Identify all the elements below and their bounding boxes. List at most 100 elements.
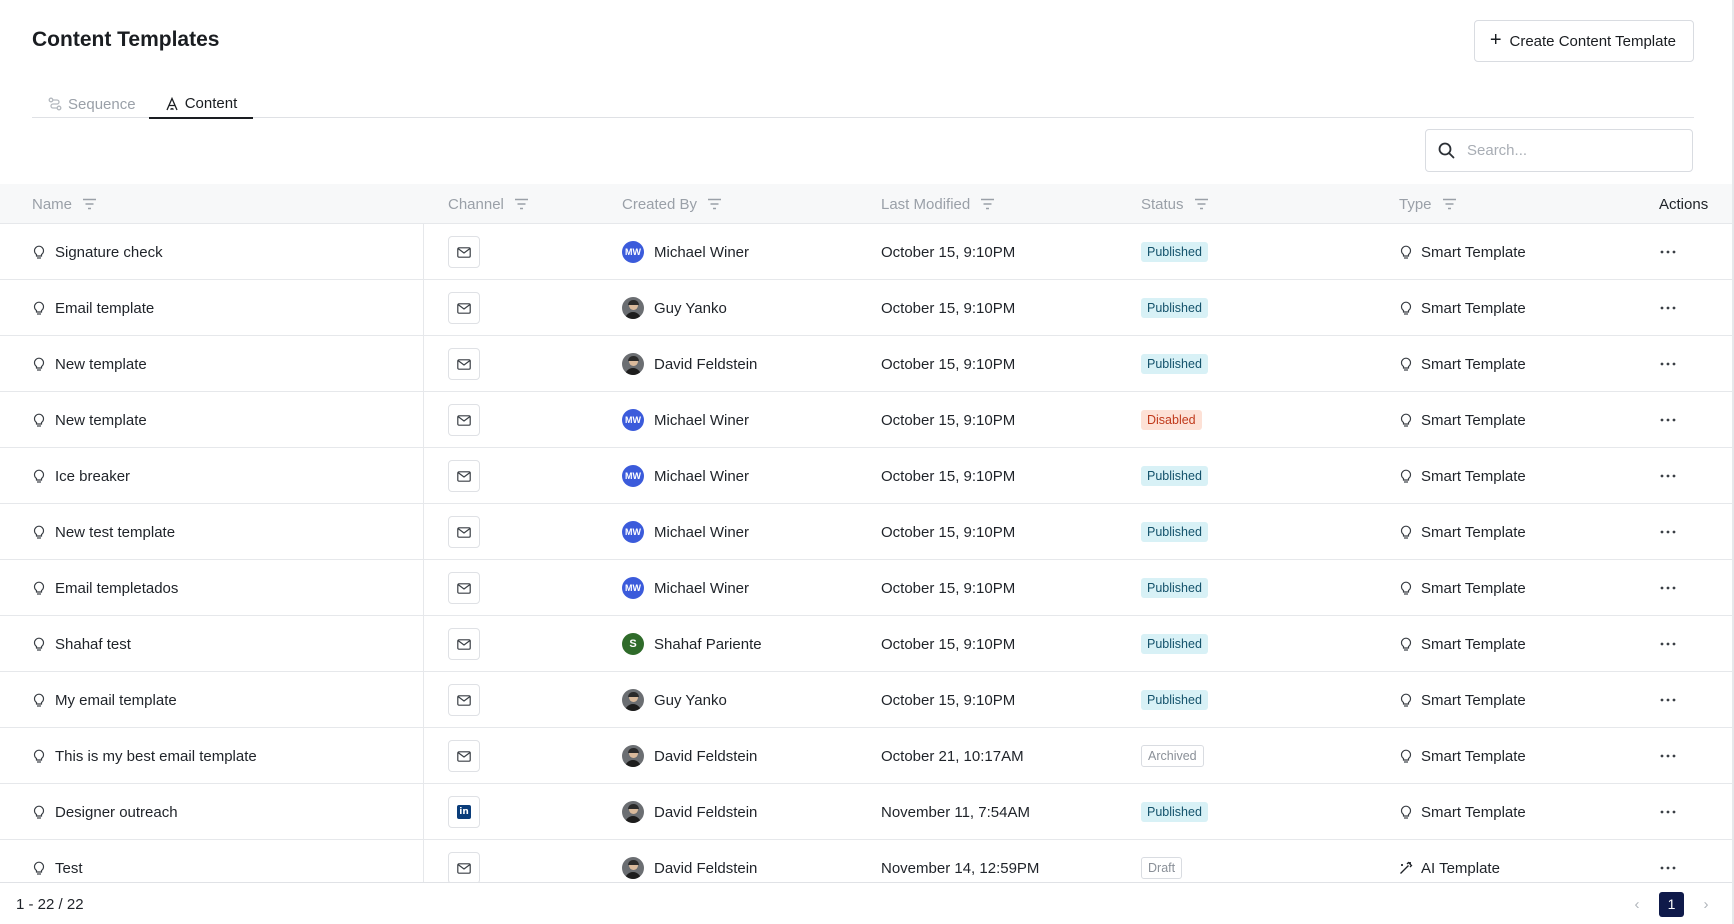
channel-email-button[interactable] (448, 348, 480, 380)
avatar: MW (622, 409, 644, 431)
channel-email-button[interactable] (448, 628, 480, 660)
filter-icon[interactable] (514, 198, 529, 210)
channel-email-button[interactable] (448, 684, 480, 716)
filter-icon[interactable] (82, 198, 97, 210)
type-cell: Smart Template (1399, 280, 1526, 336)
actions-cell (1656, 728, 1680, 784)
template-type: Smart Template (1421, 523, 1526, 541)
template-name[interactable]: Email templetados (55, 580, 178, 597)
table-row[interactable]: My email template Guy Yanko October 15, 9:… (0, 672, 1734, 728)
table-row[interactable]: Signature check MW Michael Winer October 15… (0, 224, 1734, 280)
template-name-cell[interactable]: Designer outreach (32, 784, 178, 840)
column-header-type[interactable]: Type (1399, 184, 1457, 224)
template-name[interactable]: Signature check (55, 244, 163, 261)
channel-email-button[interactable] (448, 236, 480, 268)
channel-email-button[interactable] (448, 852, 480, 882)
mail-icon (457, 862, 471, 874)
table-row[interactable]: New test template MW Michael Winer October … (0, 504, 1734, 560)
template-name[interactable]: New template (55, 412, 147, 429)
template-name-cell[interactable]: New template (32, 392, 147, 448)
tab-content[interactable]: Content (149, 90, 253, 119)
template-name-cell[interactable]: This is my best email template (32, 728, 257, 784)
chevron-right-icon[interactable]: › (1694, 892, 1718, 916)
template-name-cell[interactable]: Shahaf test (32, 616, 131, 672)
more-actions-icon[interactable] (1656, 354, 1680, 374)
column-header-channel[interactable]: Channel (448, 184, 529, 224)
tab-sequence[interactable]: Sequence (48, 90, 136, 118)
more-actions-icon[interactable] (1656, 634, 1680, 654)
page-number-button[interactable]: 1 (1659, 891, 1684, 917)
template-name-cell[interactable]: New test template (32, 504, 175, 560)
channel-email-button[interactable] (448, 516, 480, 548)
channel-cell (448, 504, 480, 560)
template-name[interactable]: Shahaf test (55, 636, 131, 653)
creator-name: Michael Winer (654, 523, 750, 541)
chevron-left-icon[interactable]: ‹ (1625, 892, 1649, 916)
template-name[interactable]: New template (55, 356, 147, 373)
create-content-template-button[interactable]: + Create Content Template (1473, 20, 1694, 62)
status-cell: Published (1141, 280, 1208, 336)
filter-icon[interactable] (1194, 198, 1209, 210)
column-header-name[interactable]: Name (32, 184, 97, 224)
avatar (622, 857, 644, 879)
channel-email-button[interactable] (448, 460, 480, 492)
template-name-cell[interactable]: New template (32, 336, 147, 392)
more-actions-icon[interactable] (1656, 466, 1680, 486)
more-actions-icon[interactable] (1656, 298, 1680, 318)
table-row[interactable]: Ice breaker MW Michael Winer October 15, 9:… (0, 448, 1734, 504)
channel-email-button[interactable] (448, 572, 480, 604)
template-name[interactable]: My email template (55, 692, 177, 709)
template-name[interactable]: Email template (55, 300, 154, 317)
status-cell: Published (1141, 672, 1208, 728)
more-actions-icon[interactable] (1656, 690, 1680, 710)
table-row[interactable]: Test David Feldstein November 14, 12:59PM D… (0, 840, 1734, 882)
more-actions-icon[interactable] (1656, 746, 1680, 766)
table-row[interactable]: Email template Guy Yanko October 15, 9:10P… (0, 280, 1734, 336)
table-row[interactable]: New template MW Michael Winer October 15, 9… (0, 392, 1734, 448)
avatar: MW (622, 521, 644, 543)
template-name-cell[interactable]: My email template (32, 672, 177, 728)
avatar (622, 297, 644, 319)
more-actions-icon[interactable] (1656, 802, 1680, 822)
template-name-cell[interactable]: Ice breaker (32, 448, 130, 504)
channel-linkedin-button[interactable]: in (448, 796, 480, 828)
more-actions-icon[interactable] (1656, 242, 1680, 262)
status-cell: Published (1141, 336, 1208, 392)
search-input[interactable] (1467, 142, 1667, 159)
more-actions-icon[interactable] (1656, 522, 1680, 542)
column-header-status[interactable]: Status (1141, 184, 1209, 224)
template-name-cell[interactable]: Email templetados (32, 560, 178, 616)
more-actions-icon[interactable] (1656, 578, 1680, 598)
template-name-cell[interactable]: Signature check (32, 224, 163, 280)
template-name[interactable]: This is my best email template (55, 748, 257, 765)
template-name[interactable]: Designer outreach (55, 804, 178, 821)
column-header-created-by[interactable]: Created By (622, 184, 722, 224)
table-row[interactable]: This is my best email template David Feld… (0, 728, 1734, 784)
table-row[interactable]: Shahaf test S Shahaf Pariente October 15, 9… (0, 616, 1734, 672)
template-name-cell[interactable]: Test (32, 840, 83, 882)
table-row[interactable]: Email templetados MW Michael Winer October … (0, 560, 1734, 616)
last-modified-value: October 15, 9:10PM (881, 579, 1016, 597)
last-modified-cell: November 11, 7:54AM (881, 784, 1030, 840)
search-box[interactable] (1425, 129, 1693, 172)
lightbulb-icon (1399, 692, 1413, 708)
channel-email-button[interactable] (448, 404, 480, 436)
template-name[interactable]: Test (55, 860, 83, 877)
template-name-cell[interactable]: Email template (32, 280, 154, 336)
filter-icon[interactable] (1442, 198, 1457, 210)
creator-name: Michael Winer (654, 411, 750, 429)
template-name[interactable]: Ice breaker (55, 468, 130, 485)
more-actions-icon[interactable] (1656, 410, 1680, 430)
table-row[interactable]: New template David Feldstein October 15, 9… (0, 336, 1734, 392)
avatar (622, 353, 644, 375)
actions-cell (1656, 840, 1680, 882)
more-actions-icon[interactable] (1656, 858, 1680, 878)
template-name[interactable]: New test template (55, 524, 175, 541)
table-row[interactable]: Designer outreach in David Feldstein Novemb… (0, 784, 1734, 840)
filter-icon[interactable] (707, 198, 722, 210)
filter-icon[interactable] (980, 198, 995, 210)
lightbulb-icon (1399, 468, 1413, 484)
channel-email-button[interactable] (448, 740, 480, 772)
column-header-last-modified[interactable]: Last Modified (881, 184, 995, 224)
channel-email-button[interactable] (448, 292, 480, 324)
